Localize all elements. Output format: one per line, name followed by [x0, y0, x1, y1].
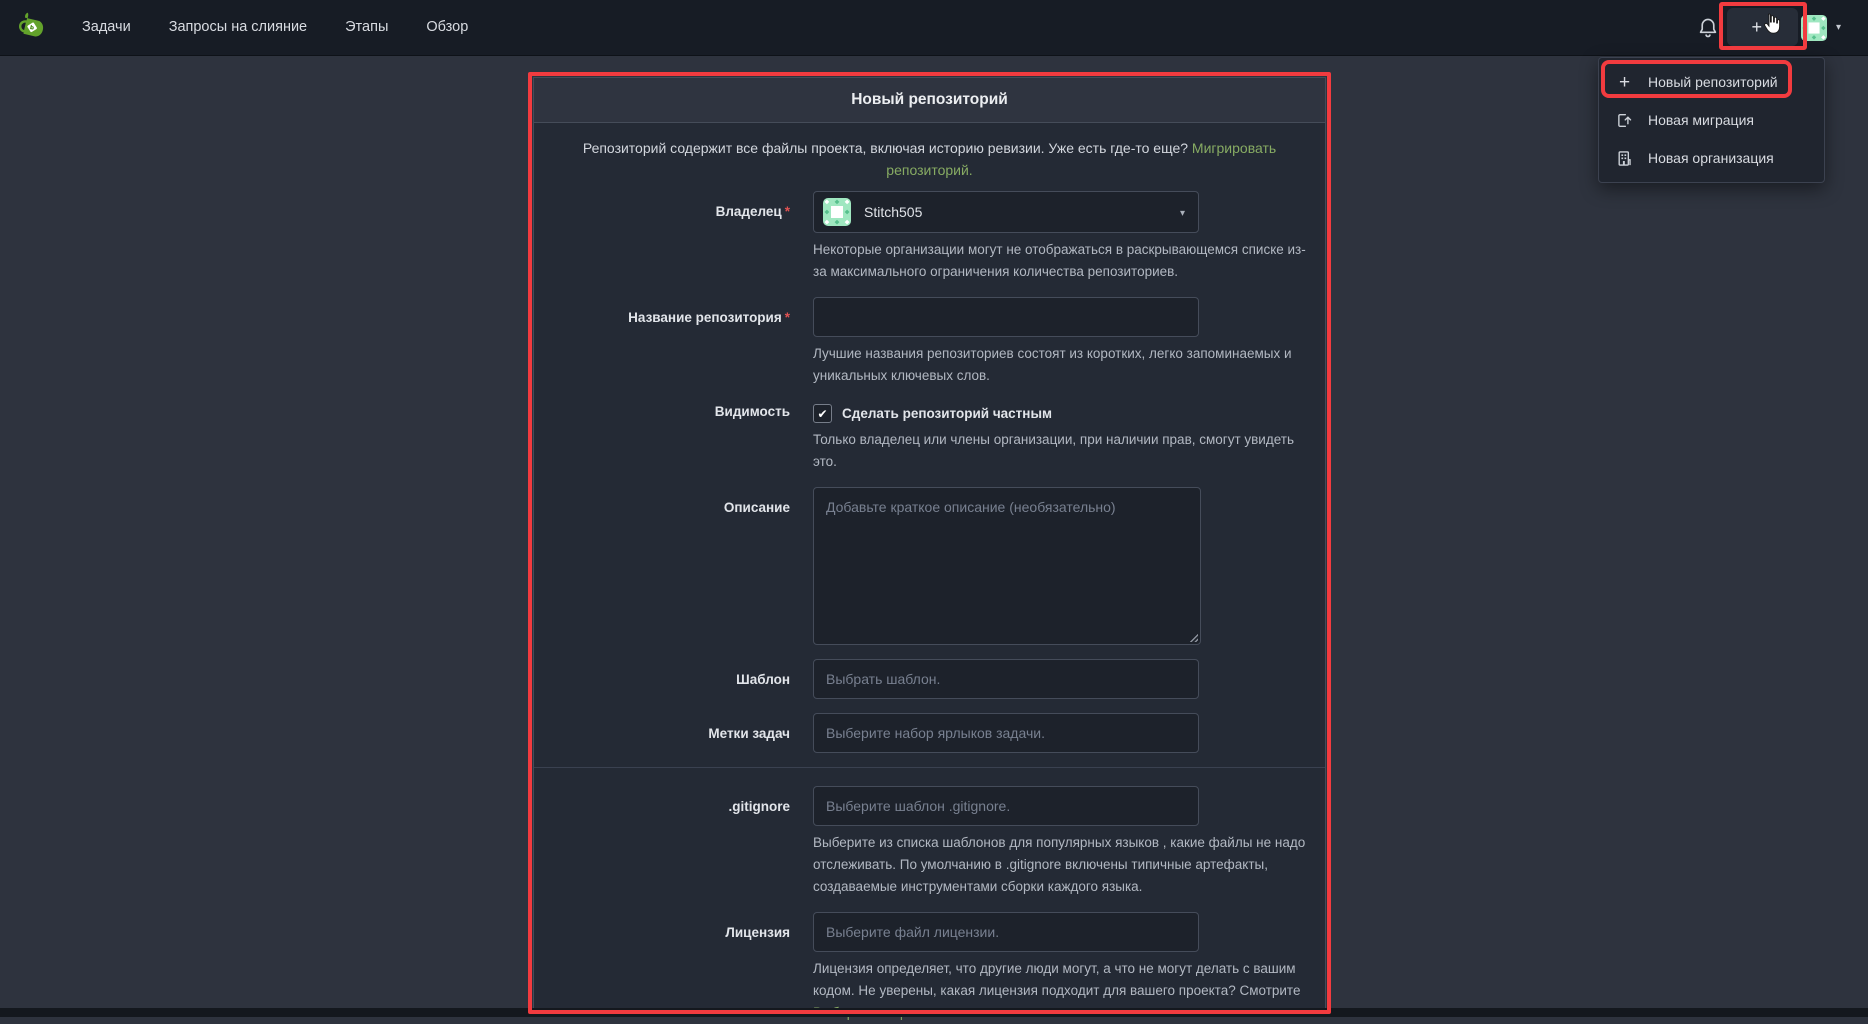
repo-name-label-text: Название репозитория [628, 310, 782, 325]
private-checkbox[interactable]: ✔ [813, 404, 832, 423]
intro-text: Репозиторий содержит все файлы проекта, … [583, 140, 1188, 156]
description-label: Описание [534, 487, 806, 645]
visibility-help-text: Только владелец или члены организации, п… [813, 429, 1318, 473]
footer-strip [0, 1008, 1868, 1017]
section-divider [534, 767, 1325, 768]
license-help-main: Лицензия определяет, что другие люди мог… [813, 961, 1300, 998]
issue-labels-label: Метки задач [534, 713, 806, 753]
owner-selected-value: Stitch505 [864, 204, 922, 220]
notifications-bell-icon[interactable] [1697, 17, 1719, 39]
required-asterisk: * [785, 204, 790, 219]
owner-select[interactable]: Stitch505 ▾ [813, 191, 1199, 233]
required-asterisk: * [785, 310, 790, 325]
migration-icon [1616, 112, 1633, 129]
owner-help-text: Некоторые организации могут не отображат… [813, 239, 1318, 283]
form-row-template: Шаблон [534, 659, 1325, 699]
repo-name-help-text: Лучшие названия репозиториев состоят из … [813, 343, 1318, 387]
description-textarea[interactable] [813, 487, 1201, 645]
form-row-visibility: Видимость ✔ Сделать репозиторий частным … [534, 401, 1325, 473]
form-row-issue-labels: Метки задач [534, 713, 1325, 753]
top-navbar: Задачи Запросы на слияние Этапы Обзор + … [0, 0, 1868, 56]
plus-icon: + [1616, 74, 1633, 91]
nav-item-pull-requests[interactable]: Запросы на слияние [169, 0, 307, 55]
owner-label: Владелец* [534, 191, 806, 283]
description-label-text: Описание [724, 500, 790, 515]
checkmark-icon: ✔ [817, 408, 827, 420]
gitignore-label-text: .gitignore [729, 799, 791, 814]
gitignore-help-text: Выберите из списка шаблонов для популярн… [813, 832, 1318, 898]
owner-label-text: Владелец [716, 204, 782, 219]
form-row-description: Описание [534, 487, 1325, 645]
nav-item-issues[interactable]: Задачи [82, 0, 131, 55]
organization-icon [1616, 150, 1633, 167]
create-dropdown-menu: + Новый репозиторий Новая миграция Новая… [1598, 57, 1825, 183]
visibility-label: Видимость [534, 401, 806, 473]
menu-item-label: Новая миграция [1648, 112, 1754, 128]
user-menu-chevron-icon[interactable]: ▾ [1836, 23, 1841, 33]
menu-item-new-repository[interactable]: + Новый репозиторий [1599, 63, 1824, 101]
gitignore-input[interactable] [813, 786, 1199, 826]
license-input[interactable] [813, 912, 1199, 952]
page-title: Новый репозиторий [851, 91, 1008, 109]
nav-item-explore[interactable]: Обзор [426, 0, 468, 55]
form-intro: Репозиторий содержит все файлы проекта, … [575, 137, 1285, 181]
template-input[interactable] [813, 659, 1199, 699]
license-label-text: Лицензия [725, 925, 790, 940]
chevron-down-icon: ▾ [1180, 208, 1185, 219]
gitea-logo-icon[interactable] [16, 12, 48, 44]
user-avatar[interactable] [1801, 15, 1827, 41]
main-nav: Задачи Запросы на слияние Этапы Обзор [82, 0, 468, 55]
menu-item-new-migration[interactable]: Новая миграция [1599, 101, 1824, 139]
new-repository-panel: Новый репозиторий Репозиторий содержит в… [533, 77, 1326, 1010]
menu-item-label: Новый репозиторий [1648, 74, 1778, 90]
panel-header: Новый репозиторий [534, 78, 1325, 123]
issue-labels-input[interactable] [813, 713, 1199, 753]
issue-labels-label-text: Метки задач [708, 726, 790, 741]
menu-item-label: Новая организация [1648, 150, 1774, 166]
private-checkbox-label[interactable]: Сделать репозиторий частным [842, 406, 1052, 421]
nav-item-milestones[interactable]: Этапы [345, 0, 388, 55]
owner-avatar [823, 198, 851, 226]
form-row-owner: Владелец* [534, 191, 1325, 283]
menu-item-new-organization[interactable]: Новая организация [1599, 139, 1824, 177]
visibility-label-text: Видимость [715, 404, 790, 419]
mouse-cursor-icon [1760, 12, 1784, 38]
repo-name-label: Название репозитория* [534, 297, 806, 387]
gitignore-label: .gitignore [534, 786, 806, 898]
template-label-text: Шаблон [736, 672, 790, 687]
new-repository-form: Репозиторий содержит все файлы проекта, … [534, 123, 1325, 1024]
repo-name-input[interactable] [813, 297, 1199, 337]
form-row-repo-name: Название репозитория* Лучшие названия ре… [534, 297, 1325, 387]
template-label: Шаблон [534, 659, 806, 699]
form-row-gitignore: .gitignore Выберите из списка шаблонов д… [534, 786, 1325, 898]
